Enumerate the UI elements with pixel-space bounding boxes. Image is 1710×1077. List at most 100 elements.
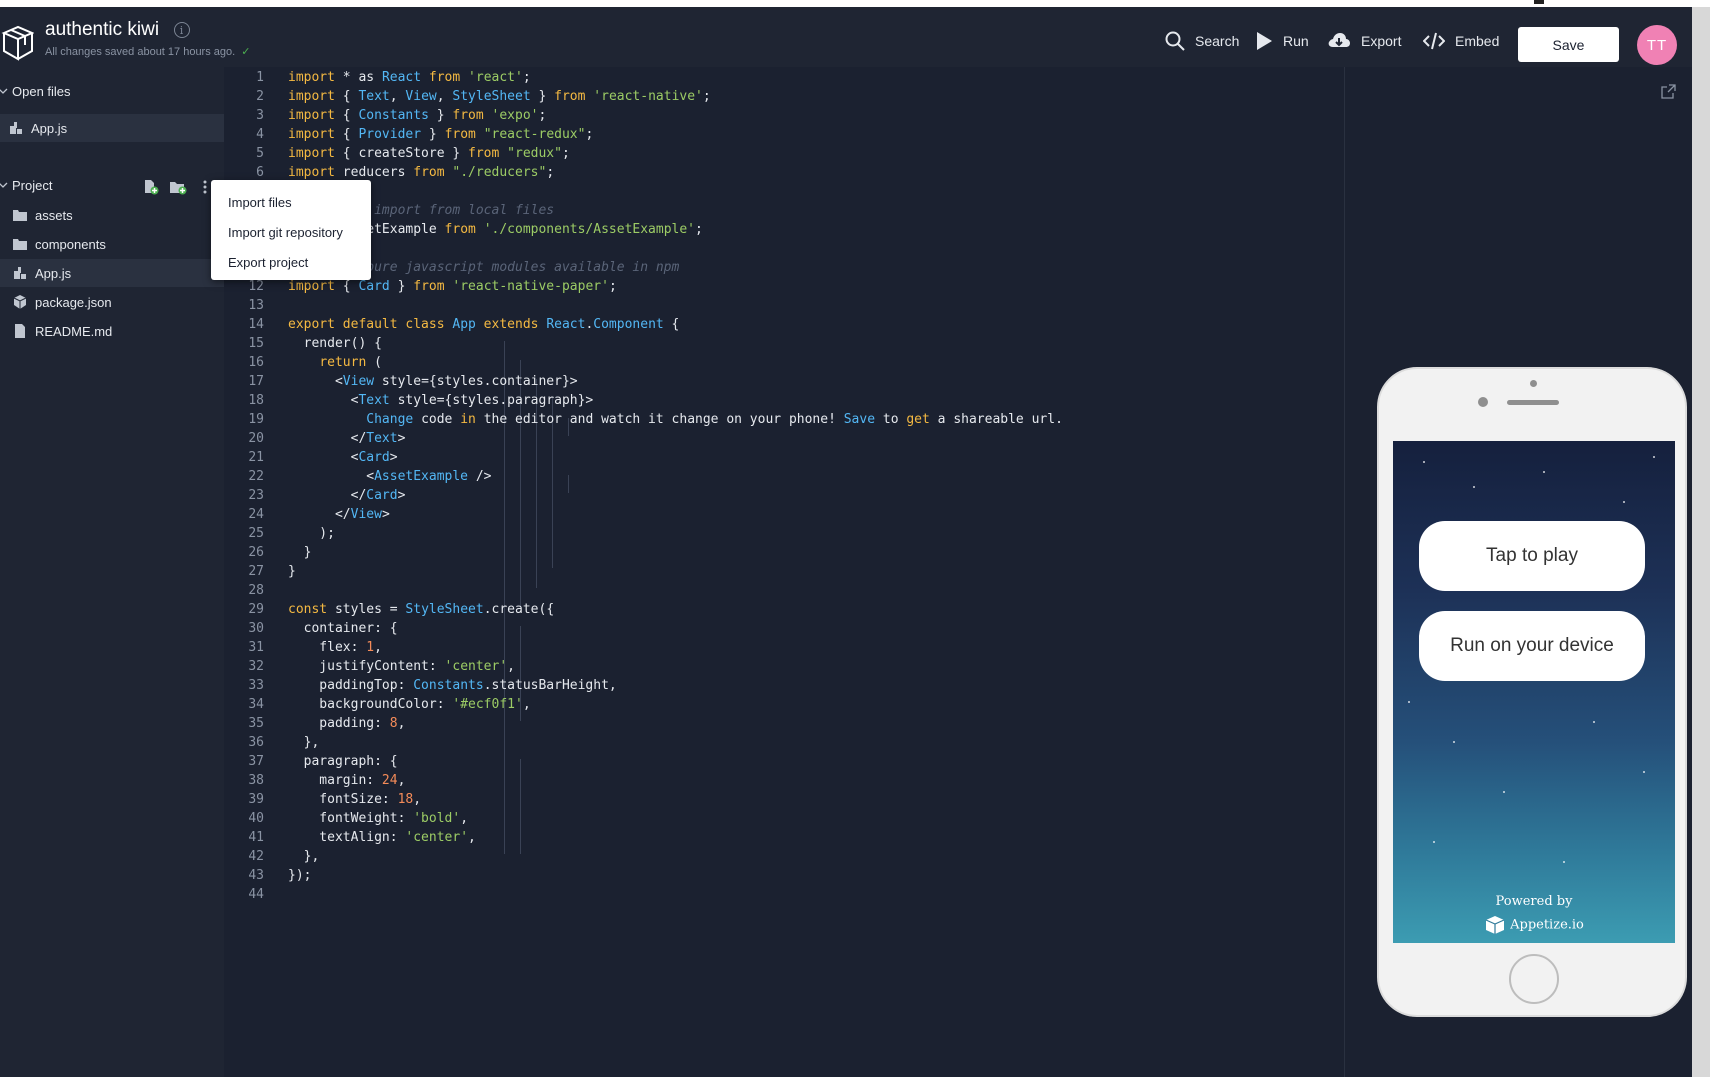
line-number: 31 <box>248 640 264 655</box>
code-line: 15 render() { <box>224 334 1344 353</box>
line-number: 3 <box>256 108 264 123</box>
line-number: 28 <box>248 583 264 598</box>
line-number: 1 <box>256 70 264 85</box>
run-on-device-button[interactable]: Run on your device <box>1419 611 1645 681</box>
export-label: Export <box>1361 33 1402 49</box>
star <box>1543 471 1545 473</box>
code-line: 41 textAlign: 'center', <box>224 828 1344 847</box>
appetize-logo-icon <box>1485 916 1505 934</box>
save-button[interactable]: Save <box>1518 27 1619 62</box>
star <box>1408 701 1410 703</box>
star <box>1503 791 1505 793</box>
add-file-button[interactable] <box>142 178 160 196</box>
code-line: 42 }, <box>224 847 1344 866</box>
menu-item-export-project[interactable]: Export project <box>211 248 371 278</box>
code-line: 8// You can import from local files <box>224 201 1344 220</box>
star <box>1453 741 1455 743</box>
folder-icon <box>13 210 27 221</box>
project-item-readme[interactable]: README.md <box>0 317 224 345</box>
code-line: 5 import { createStore } from "redux"; <box>224 144 1344 163</box>
project-item-components[interactable]: components <box>0 230 224 258</box>
folder-icon <box>13 239 27 250</box>
star <box>1653 456 1655 458</box>
search-button[interactable]: Search <box>1165 27 1239 55</box>
line-number: 20 <box>248 431 264 446</box>
export-button[interactable]: Export <box>1327 27 1401 55</box>
code-line: 21 <Card> <box>224 448 1344 467</box>
chevron-down-icon <box>0 182 8 188</box>
phone-sensor <box>1478 397 1488 407</box>
code-line: 44 <box>224 885 1344 904</box>
code-line: 38 margin: 24, <box>224 771 1344 790</box>
user-avatar[interactable]: TT <box>1637 25 1677 65</box>
code-line: 43}); <box>224 866 1344 885</box>
search-label: Search <box>1195 33 1240 49</box>
open-file-app-js[interactable]: App.js <box>0 114 224 142</box>
code-line: 2 import { Text, View, StyleSheet } from … <box>224 87 1344 106</box>
project-item-package-json[interactable]: package.json <box>0 288 224 316</box>
tap-to-play-button[interactable]: Tap to play <box>1419 521 1645 591</box>
open-file-label: App.js <box>31 120 68 136</box>
document-icon <box>15 324 25 338</box>
play-icon <box>1257 32 1272 50</box>
code-line: 22 <AssetExample /> <box>224 467 1344 486</box>
line-number: 42 <box>248 849 264 864</box>
line-number: 36 <box>248 735 264 750</box>
open-external-icon[interactable] <box>1660 84 1676 100</box>
project-item-label: components <box>35 236 106 252</box>
code-line: 36 }, <box>224 733 1344 752</box>
project-item-assets[interactable]: assets <box>0 201 224 229</box>
info-icon[interactable]: i <box>173 22 190 38</box>
code-line: 32 justifyContent: 'center', <box>224 657 1344 676</box>
snack-logo-icon[interactable] <box>0 19 34 65</box>
cloud-download-icon <box>1328 33 1350 47</box>
window-scrollbar[interactable] <box>1692 7 1710 1077</box>
embed-label: Embed <box>1455 33 1500 49</box>
add-folder-icon <box>170 182 187 195</box>
embed-button[interactable]: Embed <box>1423 27 1499 55</box>
code-line: 18 <Text style={styles.paragraph}> <box>224 391 1344 410</box>
add-file-icon <box>145 180 159 195</box>
star <box>1623 501 1625 503</box>
line-number: 37 <box>248 754 264 769</box>
project-item-label: assets <box>35 207 73 223</box>
code-editor[interactable]: 1 import * as React from 'react'; 2 import… <box>224 67 1344 1077</box>
project-item-label: package.json <box>35 294 112 310</box>
line-number: 23 <box>248 488 264 503</box>
line-number: 43 <box>248 868 264 883</box>
menu-item-import-files[interactable]: Import files <box>211 188 371 218</box>
line-number: 21 <box>248 450 264 465</box>
code-line: 20 </Text> <box>224 429 1344 448</box>
code-icon <box>1423 32 1445 50</box>
add-folder-button[interactable] <box>169 178 187 196</box>
star <box>1593 721 1595 723</box>
code-line: 13 <box>224 296 1344 315</box>
project-options-menu: Import files Import git repository Expor… <box>211 180 371 280</box>
code-line: 17 <View style={styles.container}> <box>224 372 1344 391</box>
open-files-header[interactable]: Open files <box>0 79 71 103</box>
code-line: 35 padding: 8, <box>224 714 1344 733</box>
line-number: 38 <box>248 773 264 788</box>
code-line: 4 import { Provider } from "react-redux"; <box>224 125 1344 144</box>
project-item-app-js[interactable]: App.js <box>0 259 224 287</box>
code-line: 40 fontWeight: 'bold', <box>224 809 1344 828</box>
line-number: 40 <box>248 811 264 826</box>
phone-home-button[interactable] <box>1509 954 1559 1004</box>
line-number: 44 <box>248 887 264 902</box>
code-line: 26 } <box>224 543 1344 562</box>
code-line: 25 ); <box>224 524 1344 543</box>
phone-screen[interactable]: Tap to play Run on your device Powered b… <box>1393 441 1675 943</box>
star <box>1423 461 1425 463</box>
run-button[interactable]: Run <box>1255 27 1309 55</box>
menu-item-import-git[interactable]: Import git repository <box>211 218 371 248</box>
project-header[interactable]: Project <box>0 173 52 197</box>
save-status: All changes saved about 17 hours ago. ✓ <box>45 45 250 58</box>
star <box>1473 486 1475 488</box>
line-number: 15 <box>248 336 264 351</box>
code-line: 24 </View> <box>224 505 1344 524</box>
powered-by-label: Powered by <box>1495 894 1573 909</box>
code-line: 12 import { Card } from 'react-native-pap… <box>224 277 1344 296</box>
project-title-wrap: authentic kiwi i <box>45 19 190 41</box>
code-line: 27} <box>224 562 1344 581</box>
project-title[interactable]: authentic kiwi <box>45 19 159 41</box>
